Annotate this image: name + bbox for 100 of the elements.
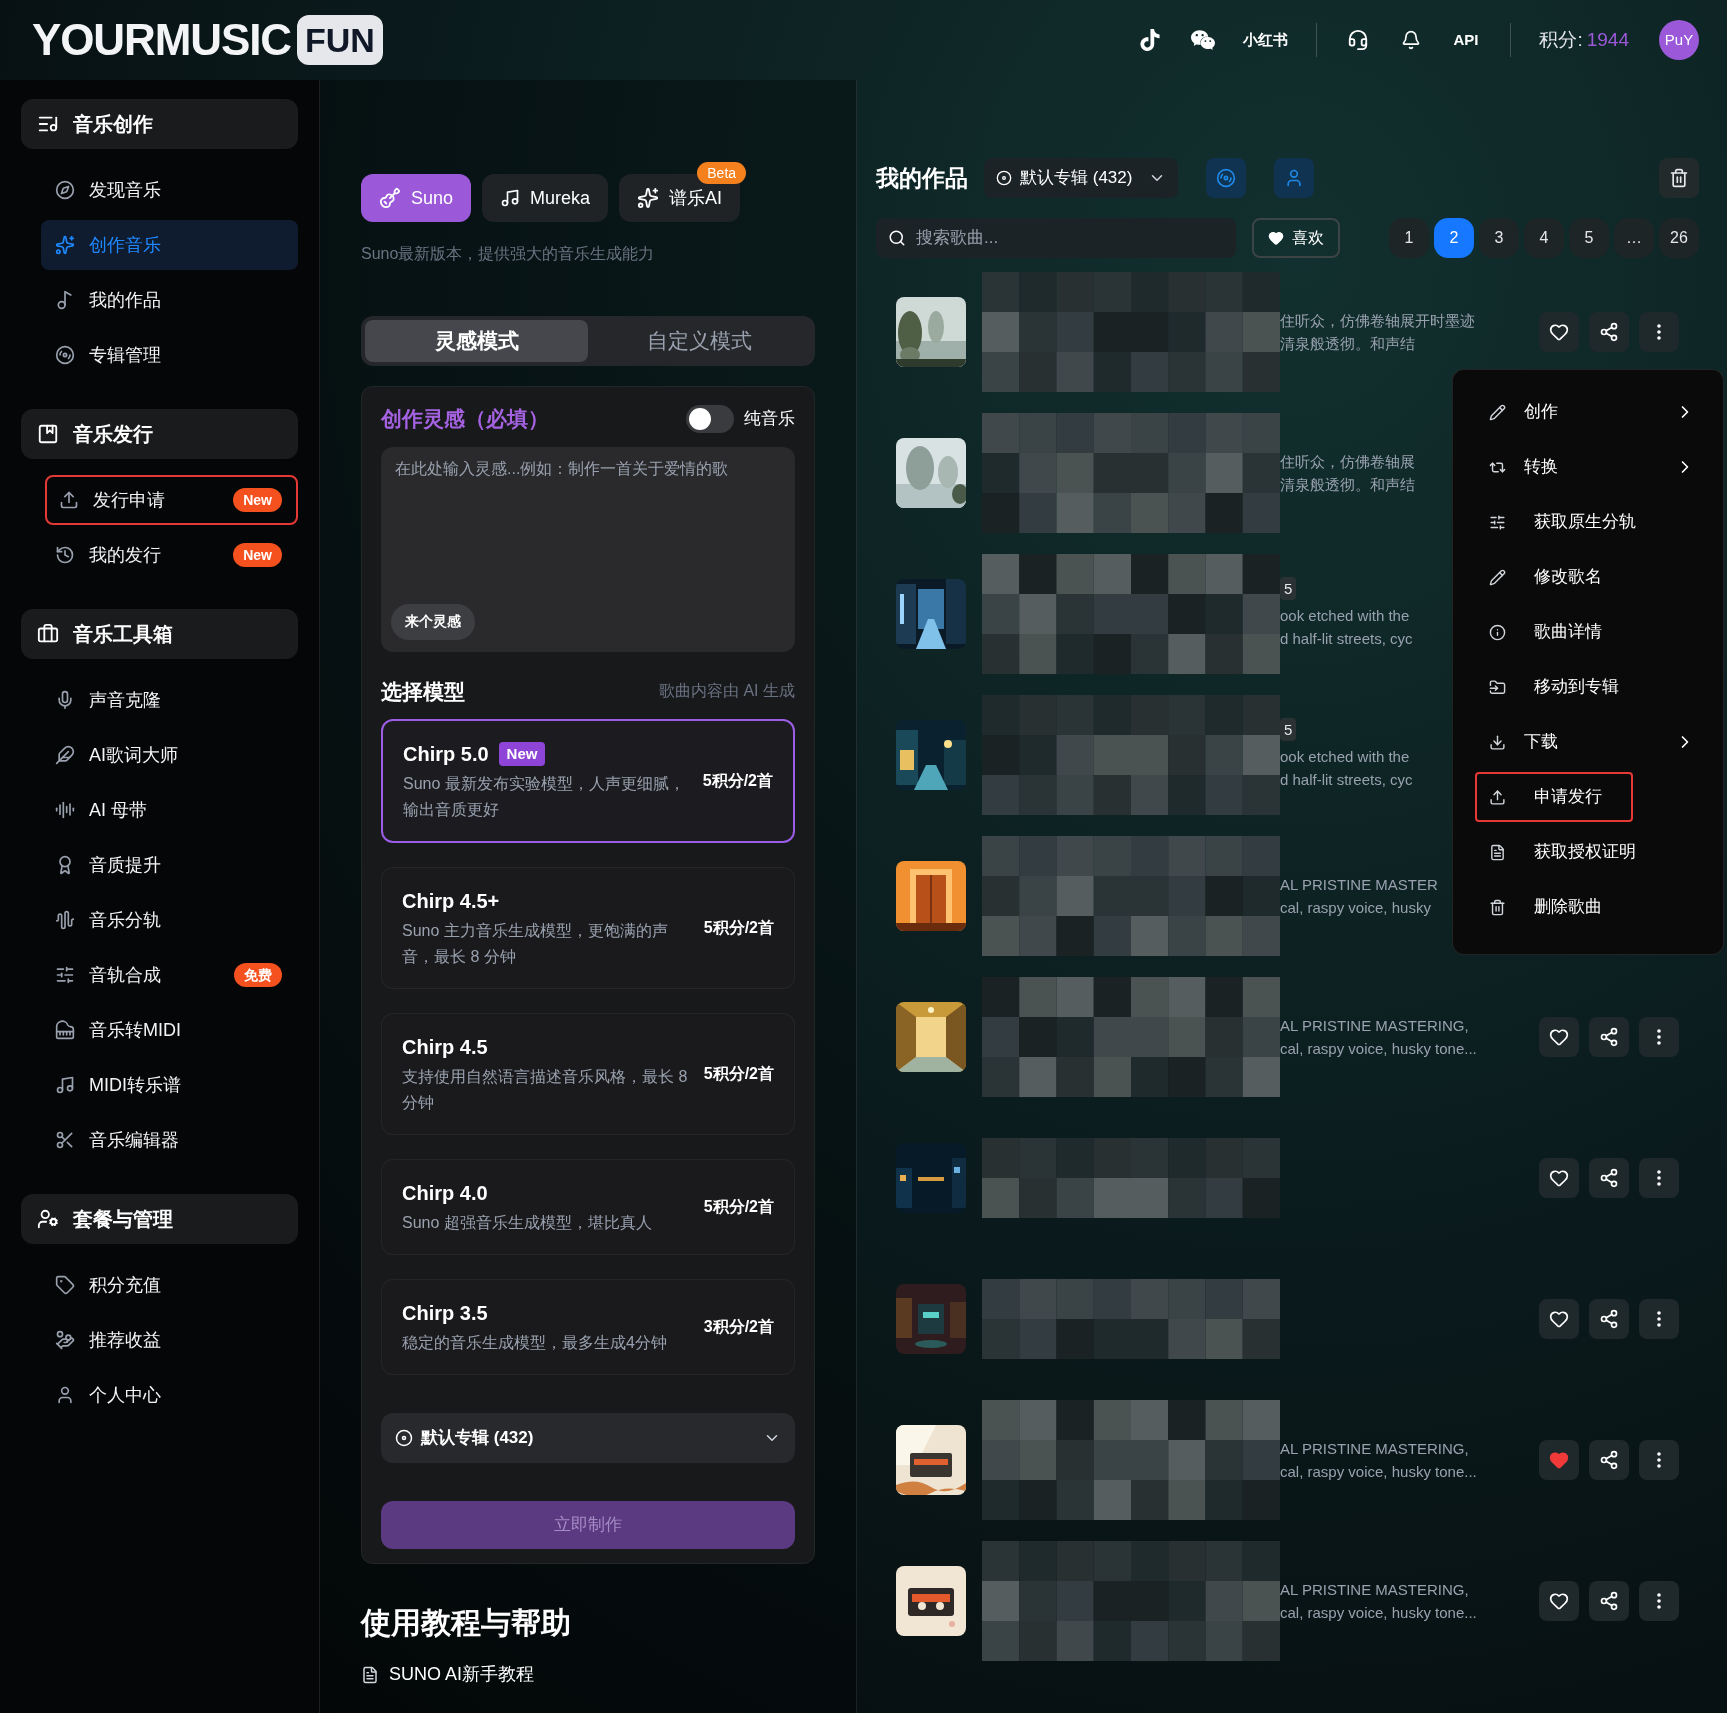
more-button[interactable] [1639,1157,1679,1198]
favorites-button[interactable]: 喜欢 [1252,218,1340,258]
share-icon [1599,1590,1619,1611]
model-card[interactable]: Chirp 3.5 稳定的音乐生成模型，最多生成4分钟 3积分/2首 [381,1279,795,1375]
share-button[interactable] [1589,311,1629,352]
page-button[interactable]: 1 [1389,218,1429,258]
menu-item[interactable]: 申请发行 [1475,772,1633,822]
page-button[interactable]: 26 [1659,218,1699,258]
page-button[interactable]: 3 [1479,218,1519,258]
nav-icon [55,745,75,765]
instrumental-toggle[interactable] [686,404,734,433]
page-button[interactable]: 2 [1434,218,1474,258]
mode-tab[interactable]: 自定义模式 [588,320,811,362]
delete-button[interactable] [1659,158,1699,198]
model-description: 稳定的音乐生成模型，最多生成4分钟 [402,1333,668,1353]
like-button[interactable] [1539,1298,1579,1339]
share-button[interactable] [1589,1157,1629,1198]
album-select[interactable]: 默认专辑 (432) [381,1413,795,1463]
more-button[interactable] [1639,1298,1679,1339]
song-description: cal, raspy voice, husky tone... [1280,1461,1477,1482]
nav-item[interactable]: 推荐收益 [41,1315,298,1365]
share-icon [1599,1308,1619,1329]
new-badge: New [498,742,546,766]
section-icon [37,623,59,645]
like-button[interactable] [1539,1016,1579,1057]
model-card[interactable]: Chirp 4.5 支持使用自然语言描述音乐风格，最长 8 分钟 5积分/2首 [381,1013,795,1135]
inspiration-title: 创作灵感（必填） [381,406,550,432]
more-button[interactable] [1639,1580,1679,1621]
model-price: 5积分/2首 [703,1064,774,1084]
disc-filter-button[interactable] [1206,158,1247,198]
nav-item[interactable]: 发行申请 New [45,475,298,525]
notification-icon[interactable] [1401,30,1422,50]
share-button[interactable] [1589,1439,1629,1480]
nav-item[interactable]: 音乐分轨 [41,895,298,945]
nav-item[interactable]: 创作音乐 [41,220,298,270]
like-button[interactable] [1539,1157,1579,1198]
menu-item[interactable]: 创作 [1475,387,1701,437]
api-link[interactable]: API [1453,28,1479,52]
model-card[interactable]: Chirp 4.5+ Suno 主力音乐生成模型，更饱满的声音，最长 8 分钟 5积分/2首 [381,867,795,989]
disc-icon [996,170,1012,186]
new-badge: New [233,488,282,512]
model-name: Chirp 4.0 [402,1181,488,1206]
menu-item[interactable]: 获取原生分轨 [1475,497,1701,547]
menu-item[interactable]: 修改歌名 [1475,552,1701,602]
share-button[interactable] [1589,1580,1629,1621]
share-button[interactable] [1589,1298,1629,1339]
help-link[interactable]: SUNO AI新手教程 [361,1661,815,1688]
more-button[interactable] [1639,1016,1679,1057]
nav-item[interactable]: AI歌词大师 [41,730,298,780]
menu-icon [1489,513,1506,531]
share-button[interactable] [1589,1016,1629,1057]
headset-icon[interactable] [1347,29,1370,51]
menu-item[interactable]: 移动到专辑 [1475,662,1701,712]
page-button[interactable]: 5 [1569,218,1609,258]
menu-item[interactable]: 下载 [1475,717,1701,767]
page-button[interactable]: 4 [1524,218,1564,258]
model-card[interactable]: Chirp 5.0 New Suno 最新发布实验模型，人声更细腻，输出音质更好 5积分/2首 [381,719,795,843]
nav-item[interactable]: 积分充值 [41,1260,298,1310]
nav-item[interactable]: 个人中心 [41,1370,298,1420]
user-filter-button[interactable] [1274,158,1315,198]
page-button[interactable]: … [1614,218,1654,258]
menu-item[interactable]: 转换 [1475,442,1701,492]
more-button[interactable] [1639,1439,1679,1480]
music-note-logo-icon[interactable] [1139,29,1162,51]
album-dropdown[interactable]: 默认专辑 (432) [984,158,1179,198]
mode-tab[interactable]: 灵感模式 [365,320,588,362]
more-button[interactable] [1639,311,1679,352]
nav-item[interactable]: 音乐转MIDI [41,1005,298,1055]
nav-item[interactable]: MIDI转乐谱 [41,1060,298,1110]
share-icon [1599,321,1619,342]
like-button[interactable] [1539,311,1579,352]
nav-item[interactable]: AI 母带 [41,785,298,835]
menu-item[interactable]: 获取授权证明 [1475,827,1701,877]
song-description: ook etched with the [1280,606,1410,626]
menu-item[interactable]: 歌曲详情 [1475,607,1701,657]
engine-tab[interactable]: Mureka [482,174,609,222]
nav-icon [55,1385,75,1405]
nav-item[interactable]: 音质提升 [41,840,298,890]
nav-item[interactable]: 我的作品 [41,275,298,325]
chat-bubbles-icon[interactable] [1191,28,1216,52]
nav-item[interactable]: 音轨合成 免费 [41,950,298,1000]
section-title: 套餐与管理 [73,1207,173,1232]
nav-item[interactable]: 声音克隆 [41,675,298,725]
nav-item[interactable]: 我的发行 New [41,530,298,580]
heart-icon [1549,1590,1569,1611]
heart-icon [1549,321,1569,342]
song-description: ook etched with the [1280,747,1410,767]
song-description: 住听众，仿佛卷轴展 [1280,451,1415,472]
music-note-icon [500,188,521,208]
nav-item[interactable]: 专辑管理 [41,330,298,380]
engine-tab[interactable]: Suno [361,174,472,222]
search-field[interactable]: 搜索歌曲... [876,218,1236,258]
nav-item[interactable]: 发现音乐 [41,165,298,215]
menu-item[interactable]: 删除歌曲 [1475,882,1701,932]
like-button[interactable] [1539,1580,1579,1621]
xiaohongshu-link[interactable]: 小红书 [1243,28,1289,52]
model-card[interactable]: Chirp 4.0 Suno 超强音乐生成模型，堪比真人 5积分/2首 [381,1159,795,1255]
user-avatar[interactable]: PuY [1659,20,1699,60]
heart-icon [1549,1167,1569,1188]
nav-item[interactable]: 音乐编辑器 [41,1115,298,1165]
